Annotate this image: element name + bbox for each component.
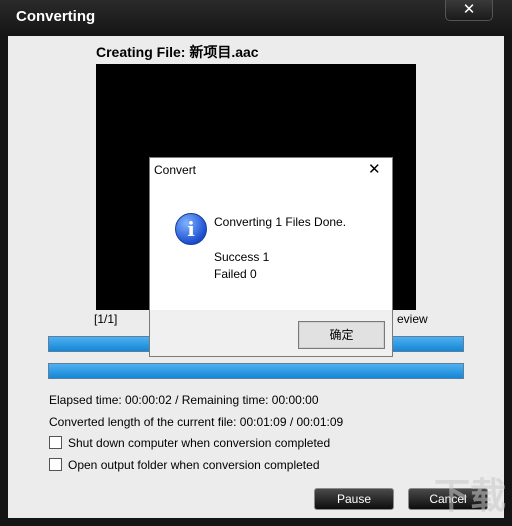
shutdown-checkbox[interactable] <box>49 436 62 449</box>
dialog-footer: 确定 <box>150 310 392 356</box>
dialog-message: Converting 1 Files Done. <box>214 215 347 229</box>
creating-file-label: Creating File: 新项目.aac <box>96 44 259 60</box>
total-progress-fill <box>49 364 463 378</box>
info-icon: i <box>175 213 207 245</box>
open-folder-option[interactable]: Open output folder when conversion compl… <box>49 458 320 472</box>
dialog-title: Convert <box>154 163 197 177</box>
window-title: Converting <box>16 8 96 25</box>
open-folder-checkbox[interactable] <box>49 458 62 471</box>
shutdown-label: Shut down computer when conversion compl… <box>68 436 331 450</box>
shutdown-option[interactable]: Shut down computer when conversion compl… <box>49 436 330 450</box>
file-counter: [1/1] <box>94 312 118 326</box>
converted-length: Converted length of the current file: 00… <box>49 415 344 429</box>
close-icon: ✕ <box>462 1 476 18</box>
preview-label: eview <box>397 312 428 326</box>
open-folder-label: Open output folder when conversion compl… <box>68 458 320 472</box>
title-bar[interactable]: Converting ✕ <box>0 0 512 34</box>
watermark-logo: 下载 <box>433 475 506 516</box>
elapsed-time: Elapsed time: 00:00:02 / Remaining time:… <box>49 393 319 407</box>
dialog-close-icon[interactable]: ✕ <box>368 160 381 178</box>
dialog-failed-count: Failed 0 <box>214 267 257 281</box>
convert-dialog: Convert ✕ i Converting 1 Files Done. Suc… <box>149 157 393 357</box>
dialog-success-count: Success 1 <box>214 250 270 264</box>
converting-window: Converting ✕ Creating File: 新项目.aac [1/1… <box>0 0 512 526</box>
pause-button[interactable]: Pause <box>314 488 394 510</box>
total-progress-bar <box>48 363 464 379</box>
window-close-button[interactable]: ✕ <box>445 0 493 21</box>
ok-button[interactable]: 确定 <box>298 321 385 349</box>
